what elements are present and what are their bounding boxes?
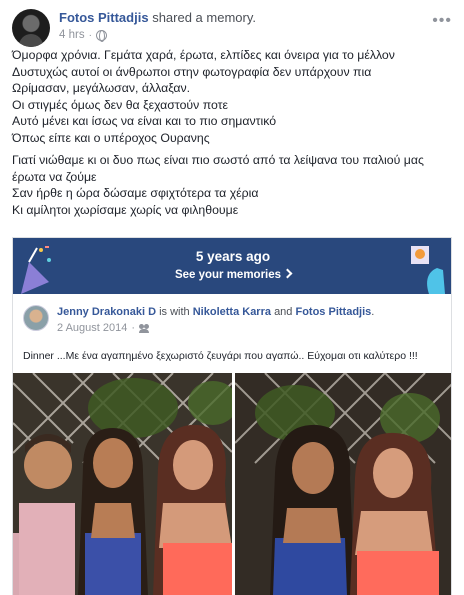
text-line: έρωτα να ζούμε bbox=[12, 169, 97, 184]
post-action: shared a memory. bbox=[152, 10, 256, 25]
friends-icon bbox=[139, 323, 151, 333]
post-time[interactable]: 4 hrs bbox=[59, 29, 85, 41]
text-line: Όπως είπε και ο υπέροχος Ουρανης bbox=[12, 130, 210, 145]
shared-author-name[interactable]: Jenny Drakonaki D bbox=[57, 306, 156, 318]
text-line: Σαν ήρθε η ώρα δώσαμε σφιχτότερα τα χέρι… bbox=[12, 186, 259, 200]
more-options-icon[interactable]: ••• bbox=[432, 12, 452, 30]
text-line: Δυστυχώς αυτοί οι άνθρωποι στην φωτογραφ… bbox=[12, 64, 372, 79]
tagged-user[interactable]: Nikoletta Karra bbox=[193, 306, 271, 318]
post-text: Όμορφα χρόνια. Γεμάτα χαρά, έρωτα, ελπίδ… bbox=[12, 47, 452, 224]
shared-post-text: Dinner ...Με ένα αγαπημένο ξεχωριστό ζευ… bbox=[23, 350, 418, 362]
globe-icon bbox=[95, 29, 107, 42]
shared-author-avatar[interactable] bbox=[23, 305, 49, 331]
hand-with-photo-icon bbox=[411, 246, 445, 294]
chevron-right-icon bbox=[282, 268, 293, 279]
shared-post-meta: 2 August 2014 · bbox=[57, 322, 151, 334]
couple-photo[interactable] bbox=[235, 373, 452, 595]
post-paragraph: Γιατί νιώθαμε κι οι δυο πως είναι πιο σω… bbox=[12, 152, 452, 218]
and-text: and bbox=[274, 306, 293, 318]
shared-post-header: Jenny Drakonaki D is with Nikoletta Karr… bbox=[57, 306, 375, 318]
post-meta: 4 hrs · bbox=[59, 29, 107, 42]
shared-post-date[interactable]: 2 August 2014 bbox=[57, 322, 127, 334]
text-line: Ωρίμασαν, μεγάλωσαν, άλλαξαν. bbox=[12, 81, 191, 95]
with-text: is with bbox=[159, 306, 190, 318]
text-line: Όμορφα χρόνια. Γεμάτα χαρά, έρωτα, ελπίδ… bbox=[12, 48, 395, 62]
see-memories-link[interactable]: See your memories bbox=[13, 268, 451, 281]
post-paragraph: Όμορφα χρόνια. Γεμάτα χαρά, έρωτα, ελπίδ… bbox=[12, 47, 452, 146]
text-line: Γιατί νιώθαμε κι οι δυο πως είναι πιο σω… bbox=[12, 153, 424, 167]
memory-card[interactable]: 5 years ago See your memories Jenny Drak… bbox=[12, 237, 452, 595]
text-line: Κι αμίλητοι χωρίσαμε χωρίς να φιληθουμε bbox=[12, 202, 239, 217]
tagged-user[interactable]: Fotos Pittadjis bbox=[295, 306, 371, 318]
post-header: Fotos Pittadjis shared a memory. bbox=[59, 10, 256, 25]
memory-banner[interactable]: 5 years ago See your memories bbox=[13, 238, 451, 294]
memory-title: 5 years ago bbox=[195, 249, 271, 264]
text-line: Οι στιγμές όμως δεν θα ξεχαστούν ποτε bbox=[12, 97, 229, 112]
text-line: Αυτό μένει και ίσως να είναι και το πιο … bbox=[12, 114, 277, 128]
author-avatar[interactable] bbox=[12, 9, 50, 47]
group-photo[interactable] bbox=[13, 373, 232, 595]
author-name[interactable]: Fotos Pittadjis bbox=[59, 10, 149, 25]
memory-post: Fotos Pittadjis shared a memory. 4 hrs ·… bbox=[0, 0, 464, 595]
photo-grid bbox=[13, 373, 452, 595]
